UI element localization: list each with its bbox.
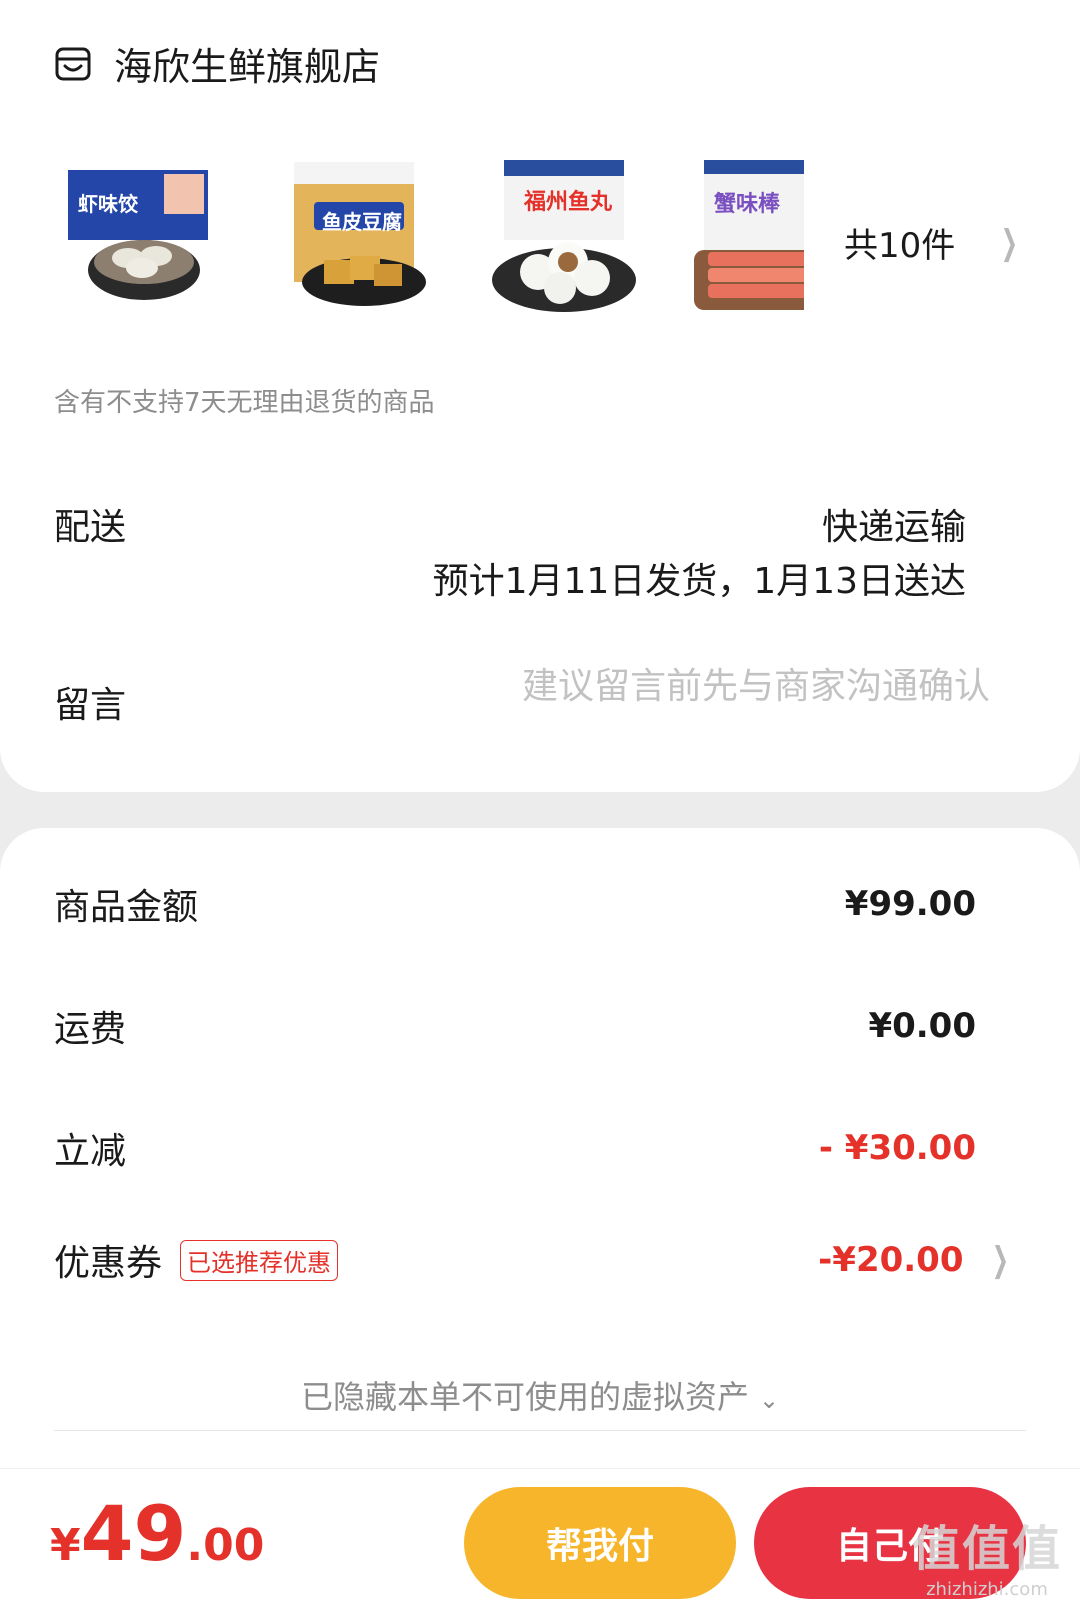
shipping-label: 配送 [54, 507, 127, 548]
instant-discount-label: 立减 [54, 1131, 127, 1172]
shop-header[interactable]: 海欣生鲜旗舰店 [54, 36, 380, 91]
store-icon [55, 47, 91, 80]
instant-discount-row: 立减 - ¥30.00 [54, 1122, 976, 1174]
chevron-right-icon: ❯ [1000, 222, 1019, 263]
total-decimal: .00 [186, 1520, 265, 1571]
shipping-eta: 预计1月11日发货，1月13日送达 [432, 561, 966, 602]
message-input[interactable] [430, 666, 990, 707]
coupon-label: 优惠券 [54, 1243, 163, 1284]
divider [54, 1430, 1026, 1431]
coupon-badge: 已选推荐优惠 [180, 1239, 339, 1281]
product-thumbnail-label: 福州鱼丸 [524, 190, 613, 215]
instant-discount-value: - ¥30.00 [818, 1128, 976, 1168]
shipping-method: 快递运输 [821, 507, 966, 548]
freight-value: ¥0.00 [868, 1006, 976, 1046]
hidden-assets-toggle[interactable]: 已隐藏本单不可使用的虚拟资产 ⌄ [0, 1372, 1080, 1418]
subtotal-label: 商品金额 [54, 887, 199, 928]
product-thumbnail[interactable]: 鱼皮豆腐 [284, 160, 444, 320]
watermark-logo: 值值值 [911, 1521, 1062, 1577]
coupon-row[interactable]: 优惠券 已选推荐优惠 -¥20.00 ❯ [54, 1234, 1014, 1286]
product-thumbnail-label: 蟹味棒 [714, 192, 781, 217]
product-thumbnail-strip[interactable]: 虾味饺 鱼皮豆腐 福州鱼丸 蟹味棒 [64, 160, 824, 330]
total-integer: 49 [80, 1489, 187, 1578]
order-total: ¥ 49 .00 [50, 1489, 264, 1578]
product-count-link[interactable]: 共10件 ❯ [844, 218, 1024, 267]
chevron-down-icon: ⌄ [758, 1386, 780, 1414]
product-thumbnail[interactable]: 福州鱼丸 [484, 160, 644, 320]
freight-row: 运费 ¥0.00 [54, 1000, 976, 1052]
product-thumbnail[interactable]: 虾味饺 [64, 160, 224, 320]
return-policy-note: 含有不支持7天无理由退货的商品 [54, 388, 435, 418]
total-currency: ¥ [50, 1520, 81, 1571]
watermark-site: zhizhizhi.com [926, 1579, 1048, 1600]
product-thumbnail-label: 虾味饺 [78, 192, 138, 216]
help-pay-button[interactable]: 帮我付 [464, 1487, 736, 1599]
subtotal-value: ¥99.00 [844, 884, 976, 924]
product-count: 共10件 [844, 226, 956, 266]
shop-name: 海欣生鲜旗舰店 [114, 45, 381, 89]
freight-label: 运费 [54, 1009, 127, 1050]
subtotal-row: 商品金额 ¥99.00 [54, 878, 976, 930]
product-thumbnail-label: 鱼皮豆腐 [322, 210, 402, 234]
message-label: 留言 [54, 685, 127, 726]
coupon-value: -¥20.00 [818, 1240, 964, 1280]
checkout-bar: ¥ 49 .00 帮我付 自己付 值值值 zhizhizhi.com [0, 1468, 1080, 1618]
hidden-assets-text: 已隐藏本单不可使用的虚拟资产 [300, 1378, 749, 1416]
product-thumbnail[interactable]: 蟹味棒 [684, 160, 804, 320]
chevron-right-icon: ❯ [991, 1240, 1009, 1280]
watermark: 值值值 zhizhizhi.com [912, 1509, 1062, 1600]
order-shop-card: 海欣生鲜旗舰店 虾味饺 鱼皮豆腐 福州鱼丸 蟹味棒 共10件 ❯ 含有不支持7天… [0, 0, 1080, 792]
